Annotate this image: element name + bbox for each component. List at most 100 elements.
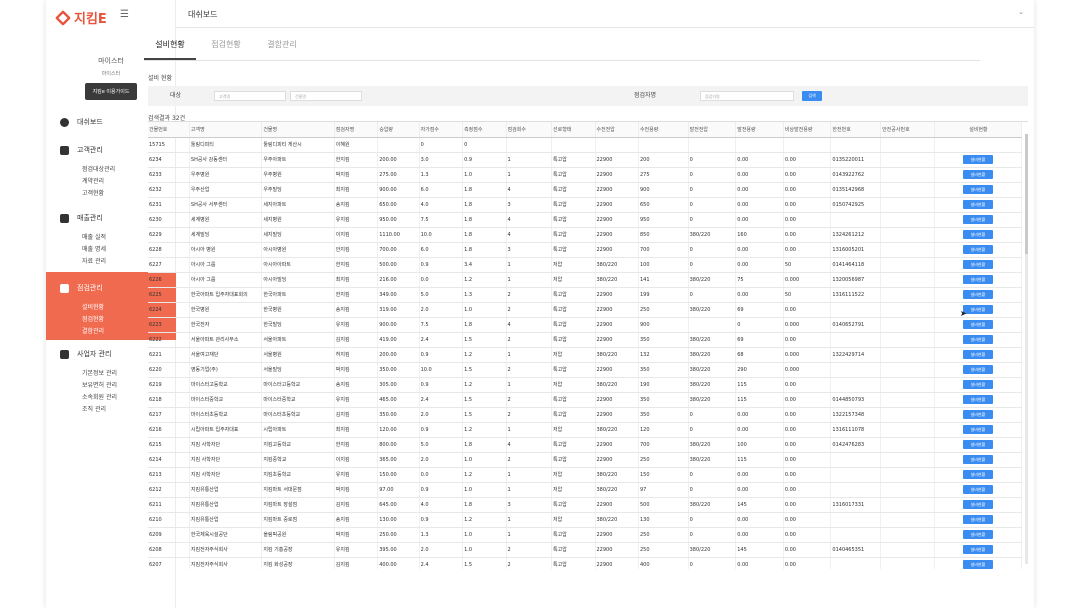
equipment-status-button[interactable]: 설비현황 xyxy=(962,200,993,209)
table-row[interactable]: 6213 지킴 사학자단 지킴초등학교 유지킴 150.00 0.0 1.2 1 저압 380/2… xyxy=(148,467,1023,483)
table-row[interactable]: 6232 우주산업 우주빌딩 최지킴 900.00 6.0 1.8 4 특고압 22900 900 0… xyxy=(148,182,1023,198)
table-cell: 1.3 xyxy=(462,287,507,303)
table-cell: 0.00 xyxy=(783,512,832,528)
column-header[interactable]: 승압량 xyxy=(377,122,420,138)
table-row[interactable]: 15715 툴링디피티 툴링디피티 게산시 이혜원 0 0 xyxy=(148,137,1023,153)
equipment-status-button[interactable]: 설비현황 xyxy=(962,470,993,479)
table-cell: 지킴중학교 xyxy=(261,452,335,468)
equipment-status-button[interactable]: 설비현황 xyxy=(962,560,993,569)
column-header[interactable]: 건물명 xyxy=(261,122,335,138)
customer-name-input[interactable]: 고객명 xyxy=(214,91,286,101)
column-header[interactable]: 수전용량 xyxy=(638,122,689,138)
equipment-status-button[interactable]: 설비현황 xyxy=(962,260,993,269)
equipment-status-button[interactable]: 설비현황 xyxy=(962,155,993,164)
table-cell: 1.2 xyxy=(462,347,507,363)
equipment-status-button[interactable]: 설비현황 xyxy=(962,170,993,179)
equipment-status-button[interactable]: 설비현황 xyxy=(962,335,993,344)
table-cell xyxy=(880,557,935,569)
table-row[interactable]: 6220 영동기업(주) 서울빌딩 박지킴 350.00 10.0 1.5 2 특고압 22900… xyxy=(148,362,1023,378)
equipment-status-button[interactable]: 설비현황 xyxy=(962,245,993,254)
equipment-status-button[interactable]: 설비현황 xyxy=(962,425,993,434)
table-cell: 3 xyxy=(506,242,553,258)
equipment-status-button[interactable]: 설비현황 xyxy=(962,350,993,359)
table-row[interactable]: 6226 아시아 그룹 아시아빌딩 최지킴 216.00 0.0 1.2 1 저압 380/220… xyxy=(148,272,1023,288)
column-header[interactable]: 자가점수 xyxy=(419,122,464,138)
table-row[interactable]: 6215 지킴 사학자단 지킴고등학교 한지킴 800.00 5.0 1.8 4 특고압 2290… xyxy=(148,437,1023,453)
column-header[interactable]: 발전전압 xyxy=(688,122,737,138)
column-header[interactable]: 측정점수 xyxy=(462,122,507,138)
table-row[interactable]: 6219 마이스터고등학교 마이스터고등학교 송지킴 305.00 0.9 1.2 1 저압 38… xyxy=(148,377,1023,393)
inspector-name-input[interactable]: 점검자명 xyxy=(700,91,794,101)
menu-toggle-icon[interactable]: ☰ xyxy=(120,9,129,20)
table-cell xyxy=(880,272,935,288)
logo[interactable]: 지킴E xyxy=(55,8,107,27)
column-header[interactable]: 점검자명 xyxy=(334,122,379,138)
page-title: 대쉬보드 xyxy=(188,10,218,19)
equipment-status-button[interactable]: 설비현황 xyxy=(962,455,993,464)
equipment-status-button[interactable]: 설비현황 xyxy=(962,530,993,539)
table-scrollbar[interactable] xyxy=(1025,134,1028,564)
table-cell: 0.0 xyxy=(419,272,464,288)
column-header[interactable]: 점검회수 xyxy=(506,122,553,138)
equipment-status-button[interactable]: 설비현황 xyxy=(962,320,993,329)
table-row[interactable]: 6228 아시아 병원 아시아병원 안지킴 700.00 6.0 1.8 3 특고압 22900 7… xyxy=(148,242,1023,258)
table-row[interactable]: 6210 지킴유통산업 지킴마트 중로점 송지킴 130.00 0.9 1.2 1 저압 380/… xyxy=(148,512,1023,528)
equipment-status-button[interactable]: 설비현황 xyxy=(962,380,993,389)
column-header[interactable]: 발전용량 xyxy=(735,122,784,138)
table-row[interactable]: 6214 지킴 사학자단 지킴중학교 이지킴 365.00 2.0 1.0 2 특고압 22900… xyxy=(148,452,1023,468)
column-header[interactable]: 안전공사번호 xyxy=(880,122,935,138)
column-header[interactable]: 설비현황 xyxy=(934,122,1023,138)
equipment-status-button[interactable]: 설비현황 xyxy=(962,305,993,314)
table-row[interactable]: 6208 지킴전자주식회사 지킴 기흥공장 유지킴 395.00 2.0 1.0 2 특고압 22… xyxy=(148,542,1023,558)
table-row[interactable]: 6234 SH공사 강동센터 우주아파트 한지킴 200.00 3.0 0.9 1 특고압 229… xyxy=(148,152,1023,168)
scrollbar-thumb[interactable] xyxy=(1025,134,1028,254)
column-header[interactable]: 선로형태 xyxy=(551,122,596,138)
building-name-input[interactable]: 건물명 xyxy=(290,91,362,101)
table-row[interactable]: 6231 SH공사 서부센터 세지아파트 송지킴 650.00 4.0 1.8 3 특고압 229… xyxy=(148,197,1023,213)
equipment-status-button[interactable]: 설비현황 xyxy=(962,230,993,239)
table-row[interactable]: 6227 아시아 그룹 아시아아파트 한지킴 500.00 0.9 3.4 1 저압 380/22… xyxy=(148,257,1023,273)
target-label: 대상 xyxy=(170,92,182,99)
column-header[interactable]: 고객명 xyxy=(189,122,263,138)
equipment-status-button[interactable]: 설비현황 xyxy=(962,290,993,299)
table-cell: 6227 xyxy=(148,257,190,273)
equipment-status-button[interactable]: 설비현황 xyxy=(962,485,993,494)
table-row[interactable]: 6217 마이스터초등학교 마이스터초등학교 김지킴 350.00 2.0 1.5 2 특고압 2… xyxy=(148,407,1023,423)
column-header[interactable]: 한전번호 xyxy=(830,122,882,138)
column-header[interactable]: 수전전압 xyxy=(595,122,639,138)
table-row[interactable]: 6212 지킴유통산업 지킴마트 서대문점 박지킴 97.00 0.9 1.0 1 저압 380/… xyxy=(148,482,1023,498)
search-button[interactable]: 검색 xyxy=(802,91,822,101)
equipment-status-button[interactable]: 설비현황 xyxy=(962,545,993,554)
table-row[interactable]: 6225 한국아파트 입주자대표회의 한국아파트 한지킴 349.00 5.0 1.3 2 특고… xyxy=(148,287,1023,303)
table-row[interactable]: 6229 세계빌딩 세지빌딩 이지킴 1110.00 10.0 1.8 4 특고압 22900 85… xyxy=(148,227,1023,243)
table-row[interactable]: 6216 시립아파트 입주자대표 시립아파트 최지킴 120.00 0.9 1.2 1 저압 38… xyxy=(148,422,1023,438)
tab-inspection[interactable]: 점검현황 xyxy=(200,30,252,60)
equipment-status-button[interactable]: 설비현황 xyxy=(962,215,993,224)
equipment-status-button[interactable]: 설비현황 xyxy=(962,365,993,374)
table-row[interactable]: 6233 우주병원 우주병원 박지킴 275.00 1.3 1.0 1 특고압 22900 275 0… xyxy=(148,167,1023,183)
table-row[interactable]: 6209 한국체육시설공단 올림픽공원 박지킴 250.00 1.3 1.0 1 특고압 2290… xyxy=(148,527,1023,543)
equipment-status-button[interactable]: 설비현황 xyxy=(962,275,993,284)
column-header[interactable]: 비상발전용량 xyxy=(783,122,832,138)
tab-defect[interactable]: 결함관리 xyxy=(256,30,308,60)
equipment-status-button[interactable]: 설비현황 xyxy=(962,410,993,419)
column-header[interactable]: 건물번호 xyxy=(148,122,190,138)
equipment-status-button[interactable]: 설비현황 xyxy=(962,440,993,449)
table-cell: 저압 xyxy=(551,257,596,273)
table-row[interactable]: 6224 한국병원 한국병원 송지킴 319.00 2.0 1.0 2 특고압 22900 250 3… xyxy=(148,302,1023,318)
chevron-down-icon[interactable]: ⌄ xyxy=(1018,8,1024,16)
table-row[interactable]: 6218 마이스터중학교 마이스터중학교 유지킴 465.00 2.4 1.5 2 특고압 229… xyxy=(148,392,1023,408)
equipment-status-button[interactable]: 설비현황 xyxy=(962,395,993,404)
table-cell: 마이스터고등학교 xyxy=(189,377,263,393)
table-row[interactable]: 6207 지킴전자주식회사 지킴 화성공장 김지킴 400.00 2.4 1.5 2 특고압 22… xyxy=(148,557,1023,569)
table-row[interactable]: 6230 세계병원 세지병원 유지킴 950.00 7.5 1.8 4 특고압 22900 950 0… xyxy=(148,212,1023,228)
table-row[interactable]: 6223 한국전자 한국빌딩 유지킴 900.00 7.5 1.8 4 특고압 22900 900 0… xyxy=(148,317,1023,333)
table-row[interactable]: 6221 서울여고재단 서울병원 허지킴 200.00 0.9 1.2 1 저압 380/220 1… xyxy=(148,347,1023,363)
equipment-status-button[interactable]: 설비현황 xyxy=(962,515,993,524)
guide-button[interactable]: 지킴e 이용가이드 xyxy=(84,83,138,100)
equipment-status-button[interactable]: 설비현황 xyxy=(962,500,993,509)
equipment-status-button[interactable]: 설비현황 xyxy=(962,185,993,194)
table-row[interactable]: 6222 서울아파트 관리사무소 서울아파트 김지킴 419.00 2.4 1.5 2 특고압 2… xyxy=(148,332,1023,348)
table-row[interactable]: 6211 지킴유통산업 지킴마트 장설점 김지킴 645.00 4.0 1.8 3 특고압 229… xyxy=(148,497,1023,513)
tab-equipment[interactable]: 설비현황 xyxy=(144,30,196,60)
